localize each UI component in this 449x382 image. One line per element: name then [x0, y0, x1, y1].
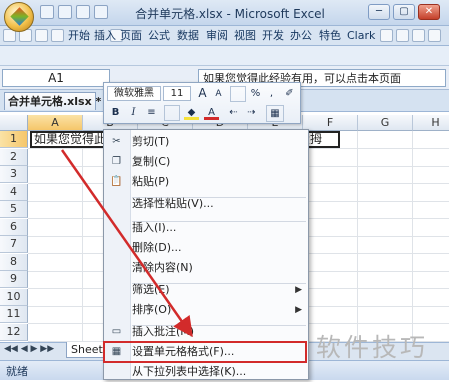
annotation-arrow: [60, 149, 193, 338]
highlight-box: [103, 341, 307, 363]
